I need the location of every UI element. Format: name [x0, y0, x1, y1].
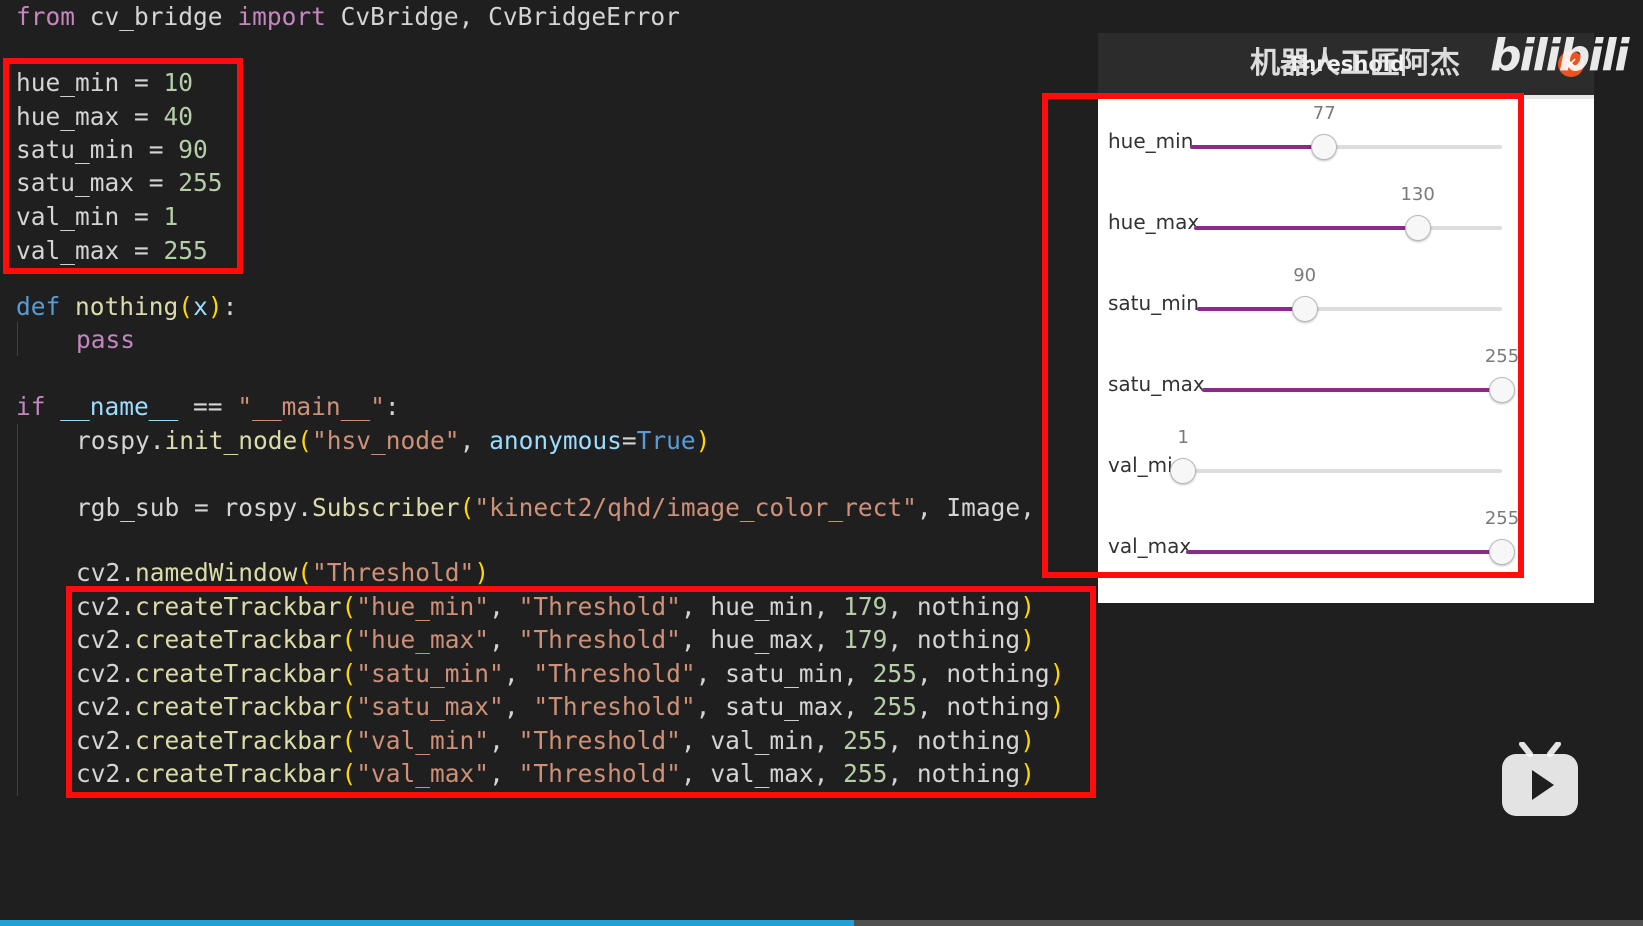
true-const: True [636, 426, 696, 455]
bilibili-logo: bilibili [1490, 30, 1629, 81]
paren-open: ( [178, 292, 194, 321]
code-line-import: from cv_bridge import CvBridge, CvBridge… [16, 0, 680, 34]
keyword-from: from [16, 2, 76, 31]
bilibili-tv-icon[interactable] [1498, 742, 1582, 822]
code-line-subscriber: rgb_sub = rospy.Subscriber("kinect2/qhd/… [76, 491, 1035, 525]
named-window-fn: namedWindow [135, 558, 298, 587]
code-line-def: def nothing(x): [16, 292, 238, 321]
highlight-box-window [1042, 93, 1524, 578]
rospy-obj: rospy. [76, 426, 165, 455]
equals: = [621, 426, 637, 455]
subscriber-tail: , Image, [916, 493, 1035, 522]
dunder-name: __name__ [60, 392, 179, 421]
rospy-obj: rospy. [223, 493, 313, 522]
subscriber-fn: Subscriber [312, 493, 460, 522]
import-names: CvBridge, CvBridgeError [340, 2, 680, 31]
keyword-pass: pass [76, 325, 136, 354]
code-line-init-node: rospy.init_node("hsv_node", anonymous=Tr… [76, 426, 711, 455]
window-name-string: "Threshold" [312, 558, 475, 587]
video-progress-fill [0, 920, 855, 926]
video-progress-bar[interactable] [0, 920, 1643, 926]
cv2-obj: cv2. [76, 558, 136, 587]
code-line-pass: pass [76, 323, 135, 357]
highlight-box-trackbars [66, 586, 1096, 798]
colon: : [384, 392, 400, 421]
main-string: "__main__" [237, 392, 385, 421]
channel-watermark: 机器人工匠阿杰 [1250, 46, 1460, 81]
indent-guide [17, 424, 18, 796]
code-line-named-window: cv2.namedWindow("Threshold") [76, 556, 489, 590]
keyword-def: def [16, 292, 61, 321]
topic-string: "kinect2/qhd/image_color_rect" [474, 493, 917, 522]
module-name: cv_bridge [89, 2, 223, 31]
paren-open: ( [297, 558, 313, 587]
indent-guide [17, 322, 18, 356]
paren-close: ) [474, 558, 490, 587]
param-name: x [193, 292, 208, 321]
paren-open: ( [297, 426, 313, 455]
rgb-sub-var: rgb_sub [76, 493, 180, 522]
node-name-string: "hsv_node" [312, 426, 460, 455]
init-node-fn: init_node [164, 426, 298, 455]
paren-close: ) [207, 292, 223, 321]
highlight-box-variables [3, 58, 243, 274]
assign-op: = [179, 493, 224, 522]
kwarg-anonymous: anonymous [489, 426, 622, 455]
function-name: nothing [75, 292, 179, 321]
keyword-if: if [16, 392, 46, 421]
paren-close: ) [695, 426, 711, 455]
code-line-if: if __name__ == "__main__": [16, 390, 400, 424]
keyword-import: import [237, 2, 326, 31]
paren-open: ( [459, 493, 475, 522]
operator-eq: == [178, 392, 238, 421]
